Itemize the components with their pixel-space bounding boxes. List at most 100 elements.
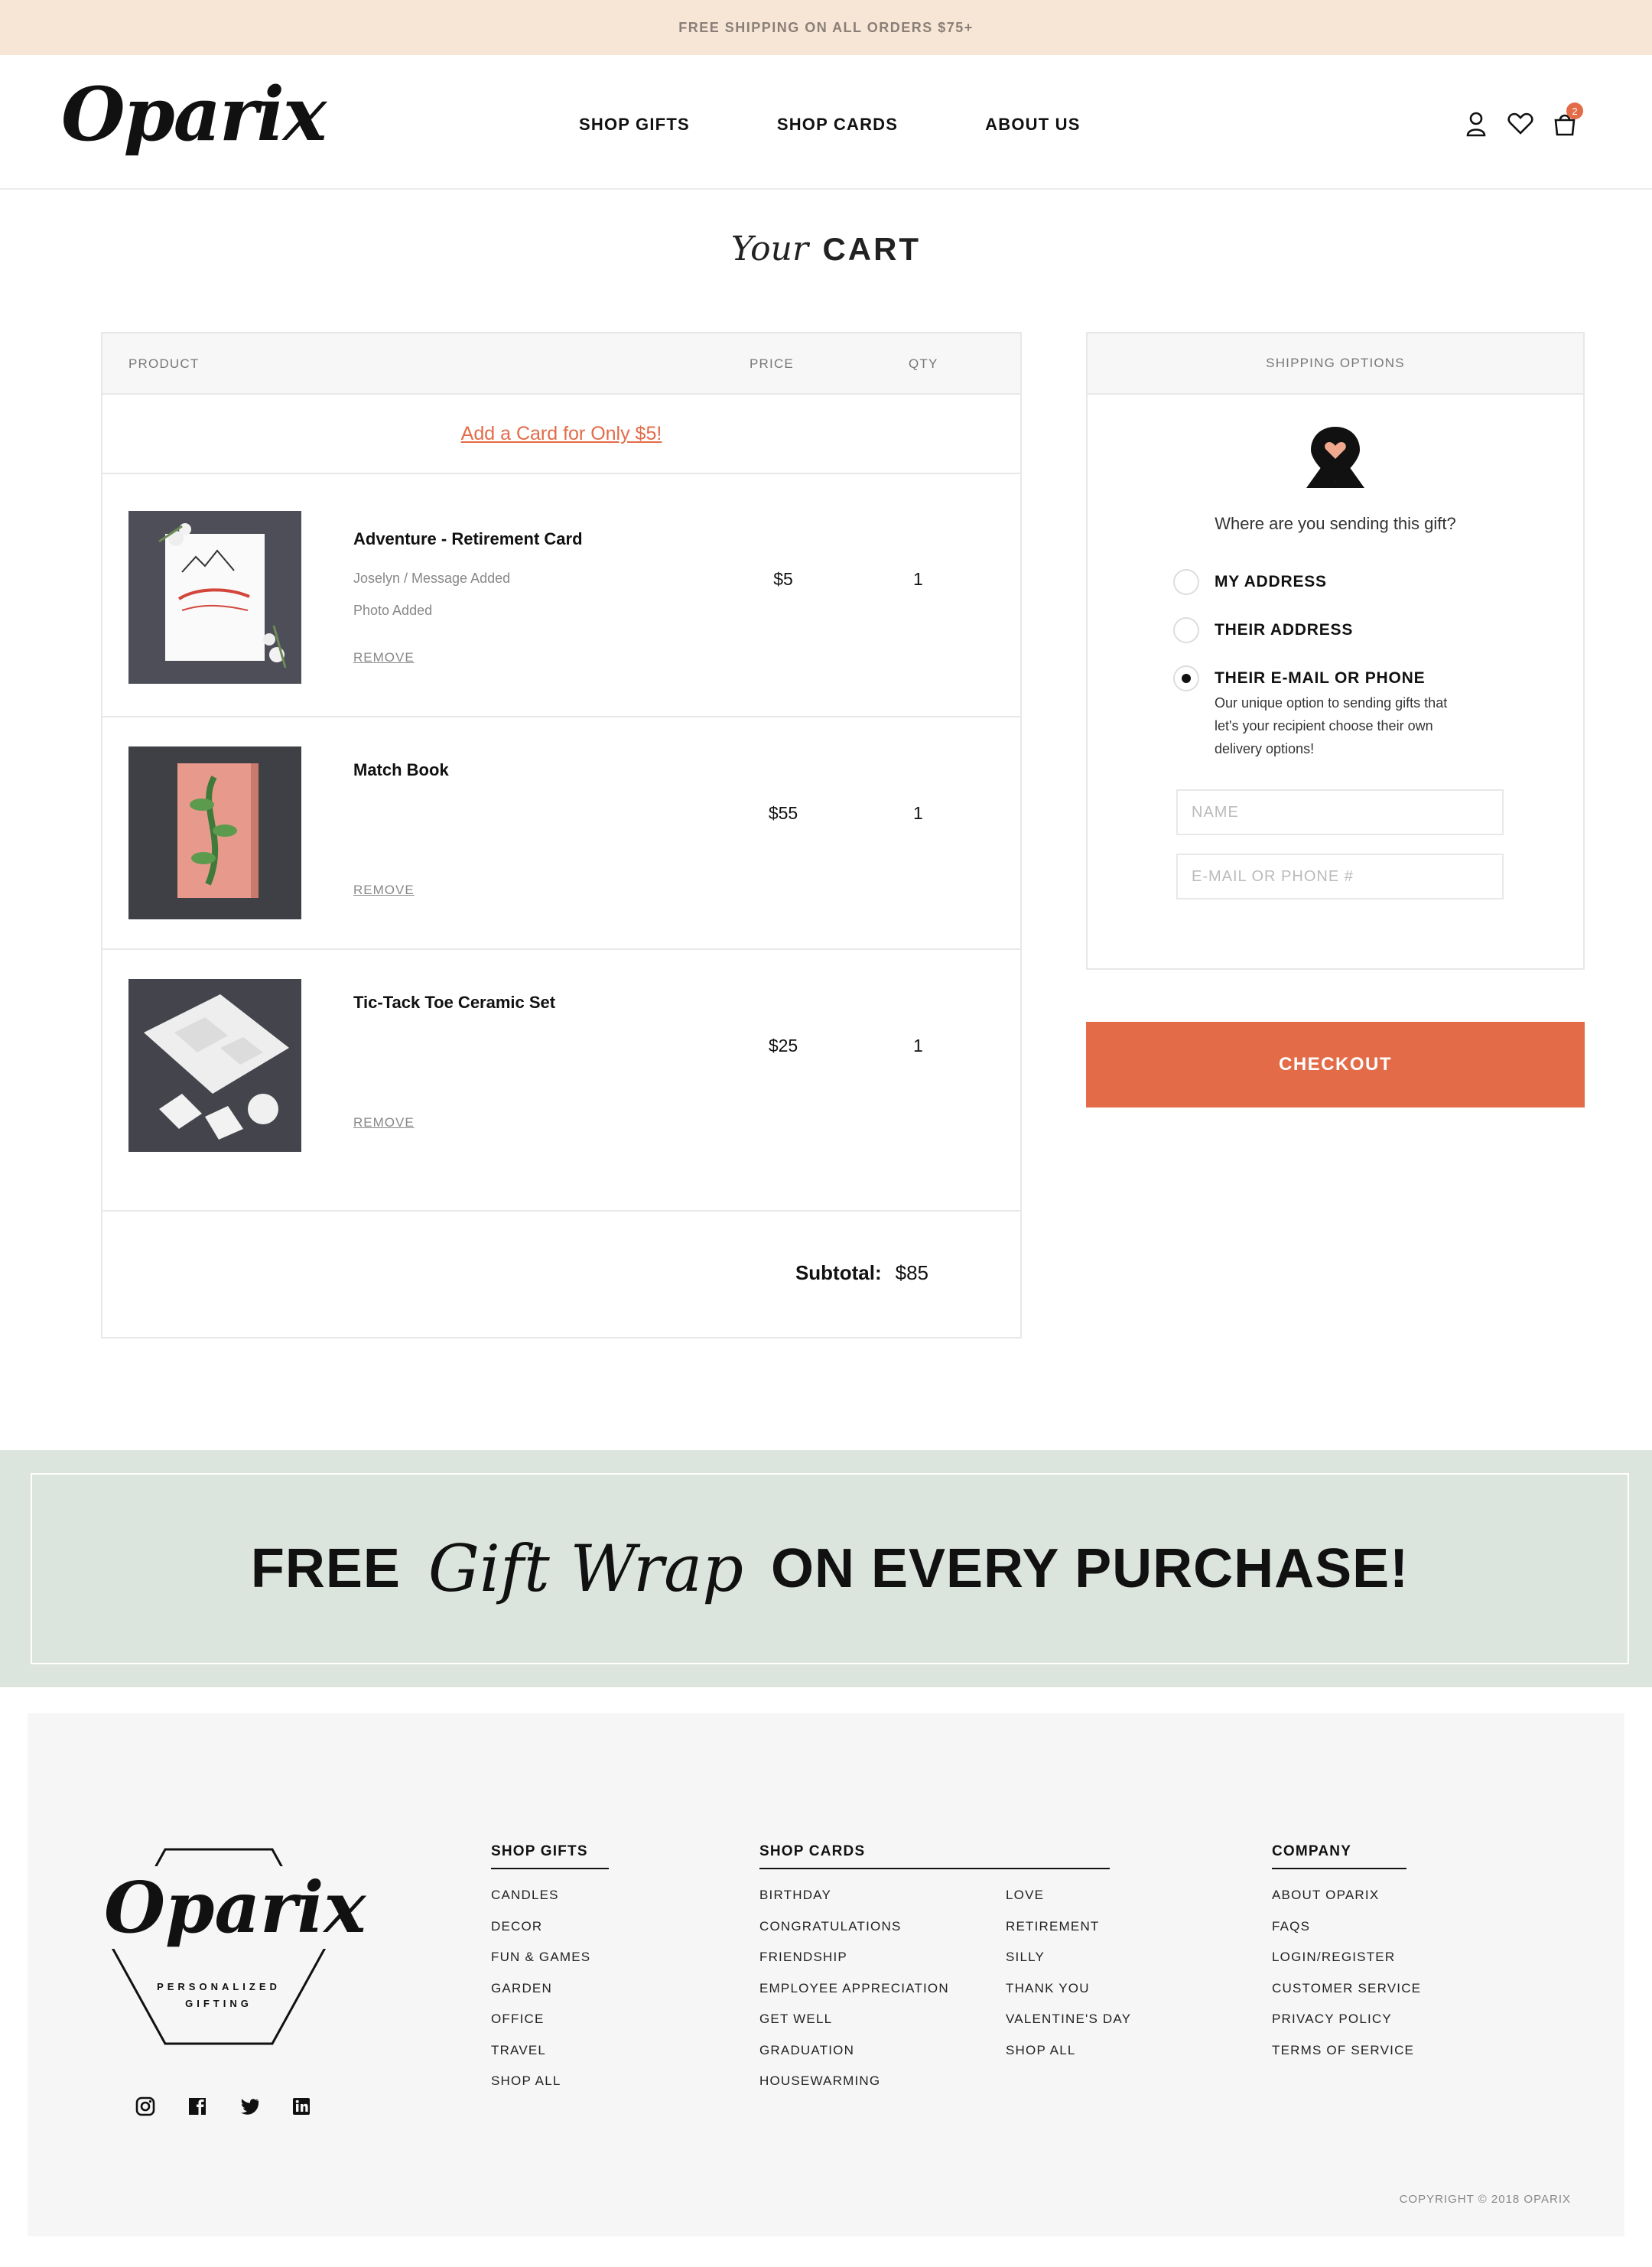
footer-link[interactable]: RETIREMENT — [1006, 1919, 1131, 1950]
footer-heading: COMPANY — [1272, 1843, 1406, 1869]
option-label: MY ADDRESS — [1215, 573, 1327, 590]
footer-link[interactable]: PRIVACY POLICY — [1272, 2012, 1421, 2043]
twitter-icon[interactable] — [239, 2096, 260, 2117]
header-icons: 2 — [1462, 102, 1583, 139]
footer-col-shop-cards: SHOP CARDS BIRTHDAY CONGRATULATIONS FRIE… — [759, 1843, 1131, 2105]
brand-logo[interactable]: Oparix — [61, 78, 327, 151]
product-detail-photo: Photo Added — [353, 603, 433, 618]
nav-about-us[interactable]: ABOUT US — [985, 115, 1081, 135]
product-price: $25 — [768, 1036, 798, 1055]
instagram-icon[interactable] — [135, 2096, 156, 2117]
footer-heading: SHOP CARDS — [759, 1843, 1110, 1869]
page-title-script: Your — [730, 229, 808, 268]
footer-link[interactable]: TERMS OF SERVICE — [1272, 2043, 1421, 2074]
column-price: PRICE — [750, 356, 794, 371]
product-name: Match Book — [353, 760, 449, 779]
footer-link[interactable]: SILLY — [1006, 1950, 1131, 1981]
promo-frame: FREE Gift Wrap ON EVERY PURCHASE! — [31, 1473, 1629, 1664]
footer-link[interactable]: LOVE — [1006, 1888, 1131, 1919]
footer-link[interactable]: FRIENDSHIP — [759, 1950, 1006, 1981]
email-phone-input[interactable] — [1176, 854, 1504, 899]
footer-link[interactable]: THANK YOU — [1006, 1981, 1131, 2012]
cart-count-badge: 2 — [1566, 102, 1583, 119]
footer-link[interactable]: LOGIN/REGISTER — [1272, 1950, 1421, 1981]
footer-link[interactable]: BIRTHDAY — [759, 1888, 1006, 1919]
footer-link[interactable]: FUN & GAMES — [491, 1950, 609, 1981]
footer-logo[interactable]: Oparix PERSONALIZED GIFTING — [104, 1843, 366, 2054]
site-header: Oparix SHOP GIFTS SHOP CARDS ABOUT US 2 — [0, 55, 1652, 190]
product-qty[interactable]: 1 — [913, 569, 923, 590]
footer-link[interactable]: SHOP ALL — [1006, 2043, 1131, 2074]
name-input[interactable] — [1176, 789, 1504, 835]
product-image-adventure-card[interactable] — [128, 511, 301, 684]
nav-shop-cards[interactable]: SHOP CARDS — [777, 115, 898, 135]
shipping-options-panel: SHIPPING OPTIONS Where are you sending t… — [1086, 332, 1585, 970]
add-card-link[interactable]: Add a Card for Only $5! — [461, 423, 662, 445]
radio-button[interactable] — [1173, 569, 1199, 595]
linkedin-icon[interactable] — [291, 2096, 312, 2117]
product-detail-message: Joselyn / Message Added — [353, 571, 511, 586]
footer-link[interactable]: GRADUATION — [759, 2043, 1006, 2074]
product-price: $55 — [768, 803, 798, 823]
option-their-address[interactable]: THEIR ADDRESS — [1173, 617, 1353, 643]
product-image-match-book[interactable] — [128, 746, 301, 919]
facebook-icon[interactable] — [187, 2096, 208, 2117]
footer-col-company: COMPANY ABOUT OPARIX FAQS LOGIN/REGISTER… — [1272, 1843, 1421, 2073]
remove-item-button[interactable]: REMOVE — [353, 650, 415, 665]
cart-item: Adventure - Retirement Card Joselyn / Me… — [102, 474, 1020, 717]
footer-link[interactable]: GET WELL — [759, 2012, 1006, 2043]
option-description: Our unique option to sending gifts that … — [1215, 695, 1448, 756]
location-heart-icon — [1303, 424, 1367, 493]
copyright: COPYRIGHT © 2018 OPARIX — [1399, 2193, 1571, 2206]
option-my-address[interactable]: MY ADDRESS — [1173, 569, 1327, 595]
footer-link[interactable]: CUSTOMER SERVICE — [1272, 1981, 1421, 2012]
product-price: $5 — [773, 569, 793, 589]
footer-logo-text: Oparix — [104, 1866, 366, 1949]
footer-tagline-1: PERSONALIZED — [157, 1981, 281, 1992]
footer-link[interactable]: GARDEN — [491, 1981, 609, 2012]
promo-text-right: ON EVERY PURCHASE! — [770, 1538, 1410, 1599]
shipping-header: SHIPPING OPTIONS — [1088, 333, 1583, 395]
promo-text-left: FREE — [250, 1538, 401, 1599]
footer-link[interactable]: DECOR — [491, 1919, 609, 1950]
footer-link[interactable]: EMPLOYEE APPRECIATION — [759, 1981, 1006, 2012]
product-name: Adventure - Retirement Card — [353, 529, 583, 548]
option-their-email-phone[interactable]: THEIR E-MAIL OR PHONE — [1173, 665, 1425, 691]
product-qty[interactable]: 1 — [913, 803, 923, 824]
cart-item: Tic-Tack Toe Ceramic Set REMOVE $25 1 — [102, 950, 1020, 1212]
social-links — [135, 2096, 312, 2117]
option-label: THEIR ADDRESS — [1215, 621, 1354, 639]
promo-banner: FREE Gift Wrap ON EVERY PURCHASE! — [0, 1450, 1652, 1687]
footer-link[interactable]: VALENTINE'S DAY — [1006, 2012, 1131, 2043]
shipping-title: SHIPPING OPTIONS — [1266, 356, 1405, 370]
footer-link[interactable]: SHOP ALL — [491, 2073, 609, 2105]
cart-table: PRODUCT PRICE QTY Add a Card for Only $5… — [101, 332, 1022, 1338]
remove-item-button[interactable]: REMOVE — [353, 883, 415, 898]
user-icon[interactable] — [1462, 109, 1490, 139]
radio-button[interactable] — [1173, 617, 1199, 643]
site-footer: Oparix PERSONALIZED GIFTING SHOP GIFTS C… — [28, 1713, 1624, 2236]
product-image-ceramic-set[interactable] — [128, 979, 301, 1152]
announcement-bar: FREE SHIPPING ON ALL ORDERS $75+ — [0, 0, 1652, 55]
shipping-question: Where are you sending this gift? — [1215, 514, 1456, 533]
cart-item: Match Book REMOVE $55 1 — [102, 717, 1020, 950]
product-qty[interactable]: 1 — [913, 1036, 923, 1056]
subtotal-label: Subtotal: — [795, 1261, 882, 1284]
column-product: PRODUCT — [128, 356, 200, 371]
heart-icon[interactable] — [1507, 109, 1534, 139]
radio-button-selected[interactable] — [1173, 665, 1199, 691]
page-title-bold: CART — [822, 231, 922, 267]
footer-link[interactable]: HOUSEWARMING — [759, 2073, 1006, 2105]
footer-link[interactable]: FAQS — [1272, 1919, 1421, 1950]
shopping-bag-icon[interactable]: 2 — [1551, 102, 1583, 139]
column-qty: QTY — [909, 356, 938, 371]
subtotal-value: $85 — [895, 1261, 928, 1284]
remove-item-button[interactable]: REMOVE — [353, 1115, 415, 1130]
footer-link[interactable]: CANDLES — [491, 1888, 609, 1919]
footer-link[interactable]: TRAVEL — [491, 2043, 609, 2074]
footer-link[interactable]: CONGRATULATIONS — [759, 1919, 1006, 1950]
checkout-button[interactable]: CHECKOUT — [1086, 1022, 1585, 1107]
nav-shop-gifts[interactable]: SHOP GIFTS — [579, 115, 690, 135]
footer-link[interactable]: OFFICE — [491, 2012, 609, 2043]
footer-link[interactable]: ABOUT OPARIX — [1272, 1888, 1421, 1919]
